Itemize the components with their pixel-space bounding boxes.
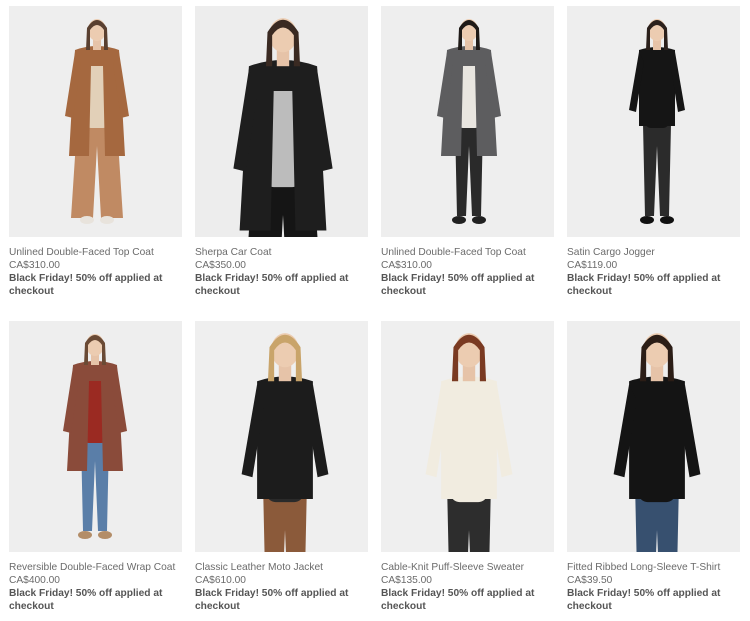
product-price: CA$135.00 bbox=[381, 575, 432, 586]
product-image[interactable] bbox=[381, 6, 554, 237]
product-card[interactable]: Fitted Ribbed Long-Sleeve T-Shirt CA$39.… bbox=[567, 321, 740, 621]
product-card[interactable]: Unlined Double-Faced Top Coat CA$310.00 … bbox=[9, 6, 182, 321]
promo-text: Black Friday! 50% off applied at checkou… bbox=[9, 273, 163, 297]
product-card[interactable]: Classic Leather Moto Jacket CA$610.00 Bl… bbox=[195, 321, 368, 621]
model-illustration bbox=[567, 321, 740, 552]
product-image[interactable] bbox=[381, 321, 554, 552]
product-card[interactable]: Satin Cargo Jogger CA$119.00 Black Frida… bbox=[567, 6, 740, 321]
promo-text: Black Friday! 50% off applied at checkou… bbox=[381, 588, 535, 612]
model-illustration bbox=[381, 6, 554, 237]
product-name[interactable]: Unlined Double-Faced Top Coat bbox=[381, 246, 554, 259]
product-name[interactable]: Sherpa Car Coat bbox=[195, 246, 368, 259]
promo-text: Black Friday! 50% off applied at checkou… bbox=[567, 588, 721, 612]
product-name[interactable]: Classic Leather Moto Jacket bbox=[195, 561, 368, 574]
promo-text: Black Friday! 50% off applied at checkou… bbox=[567, 273, 721, 297]
promo-text: Black Friday! 50% off applied at checkou… bbox=[195, 588, 349, 612]
model-illustration bbox=[9, 321, 182, 552]
product-image[interactable] bbox=[9, 6, 182, 237]
product-grid: Unlined Double-Faced Top Coat CA$310.00 … bbox=[9, 6, 743, 621]
product-price: CA$119.00 bbox=[567, 260, 618, 271]
product-card[interactable]: Cable-Knit Puff-Sleeve Sweater CA$135.00… bbox=[381, 321, 554, 621]
model-illustration bbox=[195, 6, 368, 237]
promo-text: Black Friday! 50% off applied at checkou… bbox=[195, 273, 349, 297]
product-name[interactable]: Cable-Knit Puff-Sleeve Sweater bbox=[381, 561, 554, 574]
product-name[interactable]: Satin Cargo Jogger bbox=[567, 246, 740, 259]
product-image[interactable] bbox=[567, 321, 740, 552]
promo-text: Black Friday! 50% off applied at checkou… bbox=[9, 588, 163, 612]
product-card[interactable]: Unlined Double-Faced Top Coat CA$310.00 … bbox=[381, 6, 554, 321]
product-price: CA$310.00 bbox=[9, 260, 60, 271]
model-illustration bbox=[381, 321, 554, 552]
product-name[interactable]: Reversible Double-Faced Wrap Coat bbox=[9, 561, 182, 574]
product-price: CA$310.00 bbox=[381, 260, 432, 271]
promo-text: Black Friday! 50% off applied at checkou… bbox=[381, 273, 535, 297]
model-illustration bbox=[195, 321, 368, 552]
product-price: CA$610.00 bbox=[195, 575, 246, 586]
product-price: CA$350.00 bbox=[195, 260, 246, 271]
product-price: CA$400.00 bbox=[9, 575, 60, 586]
product-image[interactable] bbox=[9, 321, 182, 552]
product-image[interactable] bbox=[195, 321, 368, 552]
product-card[interactable]: Reversible Double-Faced Wrap Coat CA$400… bbox=[9, 321, 182, 621]
model-illustration bbox=[567, 6, 740, 237]
product-name[interactable]: Fitted Ribbed Long-Sleeve T-Shirt bbox=[567, 561, 740, 574]
product-name[interactable]: Unlined Double-Faced Top Coat bbox=[9, 246, 182, 259]
product-card[interactable]: Sherpa Car Coat CA$350.00 Black Friday! … bbox=[195, 6, 368, 321]
model-illustration bbox=[9, 6, 182, 237]
product-image[interactable] bbox=[195, 6, 368, 237]
product-image[interactable] bbox=[567, 6, 740, 237]
product-price: CA$39.50 bbox=[567, 575, 613, 586]
